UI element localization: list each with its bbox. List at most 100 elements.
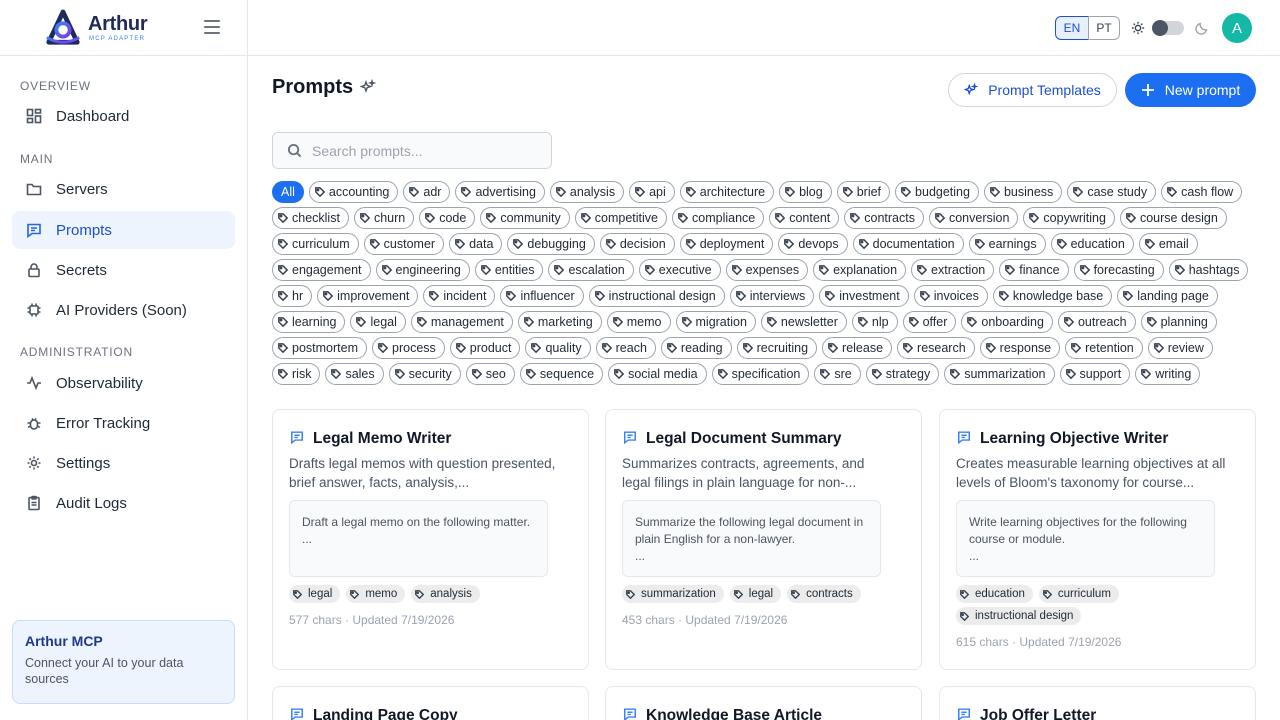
prompt-card[interactable]: Legal Memo Writer Drafts legal memos wit…	[272, 409, 589, 670]
tag-filter-management[interactable]: management	[410, 311, 513, 333]
tag-filter-sequence[interactable]: sequence	[519, 363, 604, 385]
prompt-templates-button[interactable]: Prompt Templates	[948, 73, 1117, 107]
tag-filter-code[interactable]: code	[419, 207, 476, 229]
tag-filter-escalation[interactable]: escalation	[548, 259, 634, 281]
sidebar-item-secrets[interactable]: Secrets	[12, 251, 235, 289]
card-tag[interactable]: contracts	[787, 585, 861, 603]
tag-filter-onboarding[interactable]: onboarding	[961, 311, 1053, 333]
card-tag[interactable]: memo	[346, 585, 406, 603]
tag-filter-engineering[interactable]: engineering	[375, 259, 470, 281]
tag-filter-brief[interactable]: brief	[836, 181, 891, 203]
tag-filter-security[interactable]: security	[388, 363, 461, 385]
prompt-card[interactable]: Job Offer Letter	[939, 686, 1256, 720]
tag-filter-extraction[interactable]: extraction	[911, 259, 995, 281]
tag-filter-adr[interactable]: adr	[403, 181, 451, 203]
tag-filter-hr[interactable]: hr	[272, 285, 313, 307]
tag-filter-strategy[interactable]: strategy	[865, 363, 940, 385]
tag-filter-marketing[interactable]: marketing	[517, 311, 602, 333]
tag-filter-budgeting[interactable]: budgeting	[895, 181, 979, 203]
theme-toggle[interactable]	[1152, 20, 1184, 36]
tag-filter-curriculum[interactable]: curriculum	[272, 233, 359, 255]
tag-filter-documentation[interactable]: documentation	[852, 233, 964, 255]
tag-filter-cash-flow[interactable]: cash flow	[1161, 181, 1243, 203]
tag-filter-compliance[interactable]: compliance	[672, 207, 765, 229]
tag-filter-community[interactable]: community	[480, 207, 570, 229]
tag-filter-accounting[interactable]: accounting	[308, 181, 399, 203]
tag-filter-reach[interactable]: reach	[595, 337, 656, 359]
tag-filter-newsletter[interactable]: newsletter	[760, 311, 847, 333]
tag-filter-improvement[interactable]: improvement	[317, 285, 419, 307]
card-tag[interactable]: legal	[289, 585, 341, 603]
sidebar-item-dashboard[interactable]: Dashboard	[12, 97, 235, 135]
tag-filter-investment[interactable]: investment	[819, 285, 909, 307]
tag-filter-knowledge-base[interactable]: knowledge base	[992, 285, 1113, 307]
tag-filter-sre[interactable]: sre	[814, 363, 861, 385]
language-en-button[interactable]: EN	[1055, 16, 1089, 40]
tag-filter-legal[interactable]: legal	[350, 311, 406, 333]
tag-filter-invoices[interactable]: invoices	[913, 285, 988, 307]
tag-filter-course-design[interactable]: course design	[1119, 207, 1227, 229]
tag-filter-retention[interactable]: retention	[1065, 337, 1143, 359]
tag-filter-planning[interactable]: planning	[1140, 311, 1217, 333]
tag-filter-quality[interactable]: quality	[525, 337, 591, 359]
tag-filter-blog[interactable]: blog	[779, 181, 832, 203]
avatar[interactable]: A	[1222, 13, 1252, 43]
language-pt-button[interactable]: PT	[1088, 16, 1120, 40]
tag-filter-conversion[interactable]: conversion	[928, 207, 1019, 229]
tag-filter-interviews[interactable]: interviews	[729, 285, 815, 307]
tag-filter-release[interactable]: release	[822, 337, 893, 359]
tag-filter-engagement[interactable]: engagement	[272, 259, 371, 281]
tag-filter-devops[interactable]: devops	[778, 233, 848, 255]
tag-filter-checklist[interactable]: checklist	[272, 207, 349, 229]
tag-filter-social-media[interactable]: social media	[608, 363, 707, 385]
sidebar-item-observability[interactable]: Observability	[12, 364, 235, 402]
tag-filter-entities[interactable]: entities	[474, 259, 544, 281]
sidebar-item-servers[interactable]: Servers	[12, 170, 235, 208]
card-tag[interactable]: summarization	[622, 585, 724, 603]
tag-filter-instructional-design[interactable]: instructional design	[588, 285, 725, 307]
tag-filter-education[interactable]: education	[1050, 233, 1134, 255]
tag-filter-influencer[interactable]: influencer	[500, 285, 584, 307]
tag-filter-hashtags[interactable]: hashtags	[1168, 259, 1249, 281]
sidebar-item-prompts[interactable]: Prompts	[12, 211, 235, 249]
sidebar-item-ai-providers[interactable]: AI Providers (Soon)	[12, 291, 235, 329]
tag-filter-postmortem[interactable]: postmortem	[272, 337, 367, 359]
card-tag[interactable]: analysis	[411, 585, 480, 603]
tag-filter-reading[interactable]: reading	[660, 337, 732, 359]
tag-filter-business[interactable]: business	[983, 181, 1063, 203]
tag-filter-competitive[interactable]: competitive	[574, 207, 667, 229]
search-input[interactable]	[312, 142, 532, 159]
sidebar-item-error-tracking[interactable]: Error Tracking	[12, 404, 235, 442]
tag-filter-memo[interactable]: memo	[606, 311, 671, 333]
tag-filter-content[interactable]: content	[769, 207, 840, 229]
tag-filter-all[interactable]: All	[272, 181, 304, 203]
tag-filter-recruiting[interactable]: recruiting	[736, 337, 818, 359]
tag-filter-learning[interactable]: learning	[272, 311, 346, 333]
tag-filter-explanation[interactable]: explanation	[813, 259, 907, 281]
tag-filter-data[interactable]: data	[449, 233, 503, 255]
tag-filter-migration[interactable]: migration	[675, 311, 756, 333]
card-tag[interactable]: education	[956, 585, 1033, 603]
tag-filter-finance[interactable]: finance	[999, 259, 1069, 281]
prompt-card[interactable]: Learning Objective Writer Creates measur…	[939, 409, 1256, 670]
tag-filter-executive[interactable]: executive	[638, 259, 721, 281]
tag-filter-support[interactable]: support	[1059, 363, 1131, 385]
tag-filter-deployment[interactable]: deployment	[679, 233, 774, 255]
card-tag[interactable]: legal	[729, 585, 782, 603]
tag-filter-writing[interactable]: writing	[1135, 363, 1201, 385]
new-prompt-button[interactable]: New prompt	[1125, 73, 1256, 107]
tag-filter-case-study[interactable]: case study	[1067, 181, 1157, 203]
tag-filter-api[interactable]: api	[629, 181, 675, 203]
prompt-card[interactable]: Knowledge Base Article	[605, 686, 922, 720]
tag-filter-copywriting[interactable]: copywriting	[1023, 207, 1115, 229]
tag-filter-contracts[interactable]: contracts	[844, 207, 924, 229]
tag-filter-forecasting[interactable]: forecasting	[1073, 259, 1164, 281]
tag-filter-risk[interactable]: risk	[272, 363, 321, 385]
tag-filter-advertising[interactable]: advertising	[455, 181, 545, 203]
sidebar-item-audit-logs[interactable]: Audit Logs	[12, 484, 235, 522]
tag-filter-nlp[interactable]: nlp	[851, 311, 898, 333]
tag-filter-incident[interactable]: incident	[423, 285, 496, 307]
tag-filter-sales[interactable]: sales	[325, 363, 384, 385]
tag-filter-architecture[interactable]: architecture	[679, 181, 775, 203]
tag-filter-summarization[interactable]: summarization	[944, 363, 1055, 385]
